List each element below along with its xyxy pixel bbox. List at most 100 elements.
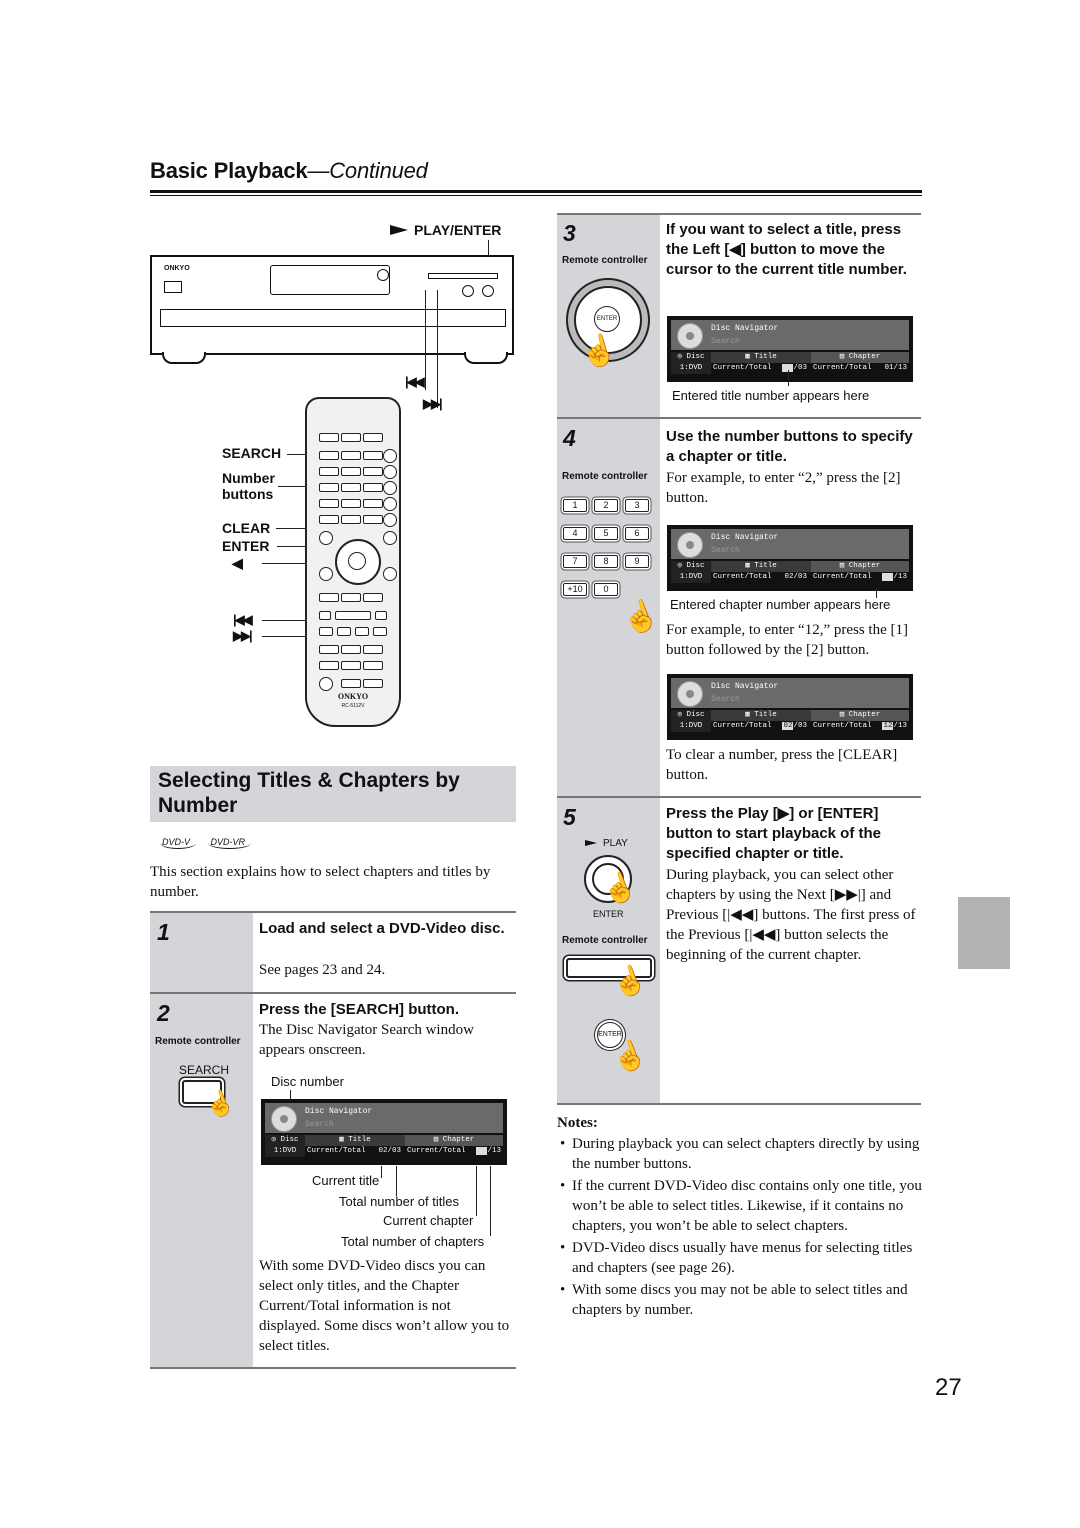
remote-progressive-button <box>341 679 361 688</box>
remote-number-button <box>319 483 339 492</box>
step-note: With some DVD-Video discs you can select… <box>259 1258 510 1354</box>
title-current-total: Current/Total 02/03 <box>713 722 807 730</box>
navigator-values: 1:DVD Current/Total 02/03 Current/Total /13 <box>265 1146 503 1157</box>
title-current-total: Current/Total /03 <box>713 364 807 372</box>
section-title: Selecting Titles & Chapters by Number <box>158 768 460 818</box>
number-key-6: 6 <box>625 527 649 540</box>
number-key-4: 4 <box>563 527 587 540</box>
disc-type-badges: DVD-V DVD-VR <box>160 832 251 850</box>
step-separator <box>557 1103 921 1105</box>
play-label: PLAY <box>585 838 628 849</box>
number-key-plus10: +10 <box>563 583 587 596</box>
title-current-total: Current/Total 02/03 <box>307 1147 401 1155</box>
disc-value: 1:DVD <box>671 363 711 374</box>
disc-value: 1:DVD <box>265 1146 305 1157</box>
navigator-header: Disc Navigator Search <box>671 320 909 350</box>
bullet: • <box>560 1178 566 1194</box>
step-heading: Load and select a DVD-Video disc. <box>259 920 505 937</box>
remote-ff-button <box>337 627 351 636</box>
navigator-title: Disc Navigator <box>711 682 779 691</box>
col-chapter: ▤ Chapter <box>405 1135 503 1146</box>
remote-dimmer-button <box>363 679 383 688</box>
remote-round-button <box>383 513 397 527</box>
step-heading: If you want to select a title, press the… <box>666 221 907 278</box>
dvd-player-illustration: ONKYO <box>150 255 514 355</box>
remote-plus10-button <box>319 515 339 524</box>
next-icon: ▶▶| <box>423 396 443 411</box>
section-intro: This section explains how to select chap… <box>150 864 491 900</box>
chapter-current-total: Current/Total /13 <box>407 1147 501 1155</box>
remote-disc-button <box>341 661 361 670</box>
step-body: The Disc Navigator Search window appears… <box>259 1022 474 1058</box>
navigator-values: 1:DVD Current/Total 02/03 Current/Total 12/1… <box>671 721 909 732</box>
disc-navigator-screen: Disc Navigator Search ◎ Disc ▦ Title ▤ Chapt… <box>667 316 913 382</box>
caption-title-number: Entered title number appears here <box>672 388 870 403</box>
disc-icon <box>677 323 703 349</box>
step-heading: Use the number buttons to specify a chap… <box>666 428 913 465</box>
remote-enter-button <box>348 552 366 570</box>
number-key-5: 5 <box>594 527 618 540</box>
remote-label-clear: CLEAR <box>222 520 271 536</box>
leader-line <box>490 1166 491 1236</box>
chapter-current-total: Current/Total /13 <box>813 573 907 581</box>
remote-disc-skip-button <box>319 677 333 691</box>
remote-last-button <box>341 451 361 460</box>
remote-number-button <box>363 499 383 508</box>
label-line: Number <box>222 470 275 486</box>
remote-top-menu-button <box>319 531 333 545</box>
navigator-values: 1:DVD Current/Total 02/03 Current/Total /13 <box>671 572 909 583</box>
note-item: • DVD-Video discs usually have menus for … <box>557 1238 925 1278</box>
remote-number-button <box>319 499 339 508</box>
step-body: See pages 23 and 24. <box>259 962 386 978</box>
navigator-column-headers: ◎ Disc ▦ Title ▤ Chapter <box>671 561 909 572</box>
title-current-total: Current/Total 02/03 <box>713 573 807 581</box>
col-title: ▦ Title <box>711 710 811 721</box>
remote-label-enter: ENTER <box>222 538 270 554</box>
remote-next-button <box>373 627 387 636</box>
step-body: To clear a number, press the [CLEAR] but… <box>666 747 898 783</box>
disc-navigator-screen: Disc Navigator Search ◎ Disc ▦ Title ▤ Chapt… <box>667 674 913 740</box>
remote-pause-button <box>375 611 387 620</box>
remote-number-button <box>341 499 361 508</box>
remote-label-number-buttons: Number buttons <box>222 470 275 502</box>
disc-icon <box>677 681 703 707</box>
remote-number-button <box>341 467 361 476</box>
notes-heading: Notes: <box>557 1115 598 1131</box>
entered-value: 02 <box>782 722 794 730</box>
play-enter-label: PLAY/ENTER <box>390 222 501 238</box>
remote-menu-button <box>383 531 397 545</box>
section-title-line: Number <box>158 794 238 817</box>
callout-current-title: Current title <box>312 1173 380 1188</box>
col-chapter: ▤ Chapter <box>811 710 909 721</box>
remote-rewind-button <box>319 627 333 636</box>
step-separator <box>150 992 516 994</box>
leader-line <box>788 370 789 386</box>
notes-list: • During playback you can select chapters… <box>557 1134 925 1322</box>
player-foot <box>162 352 206 364</box>
step-body: During playback, you can select other ch… <box>666 867 916 963</box>
remote-prev-button <box>355 627 369 636</box>
remote-controller-label: Remote controller <box>562 935 648 946</box>
remote-disc-button <box>363 645 383 654</box>
remote-round-button <box>383 465 397 479</box>
caption-chapter-number: Entered chapter number appears here <box>670 597 891 612</box>
step-number: 5 <box>563 804 576 830</box>
navigator-title: Disc Navigator <box>711 324 779 333</box>
number-key-2: 2 <box>594 499 618 512</box>
remote-label-search: SEARCH <box>222 445 282 461</box>
header-title-continued: —Continued <box>307 158 428 183</box>
remote-number-button <box>363 467 383 476</box>
callout-current-chapter: Current chapter <box>383 1213 474 1228</box>
remote-disc-button <box>319 645 339 654</box>
chapter-current-total: Current/Total 12/13 <box>813 722 907 730</box>
step-separator <box>150 1367 516 1369</box>
note-text: With some discs you may not be able to s… <box>572 1282 908 1318</box>
col-title: ▦ Title <box>305 1135 405 1146</box>
navigator-column-headers: ◎ Disc ▦ Title ▤ Chapter <box>671 352 909 363</box>
label-line: buttons <box>222 486 274 502</box>
col-chapter: ▤ Chapter <box>811 352 909 363</box>
remote-number-button <box>363 483 383 492</box>
remote-standby-button <box>341 433 361 442</box>
bullet: • <box>560 1240 566 1256</box>
leader-line <box>476 1166 477 1216</box>
